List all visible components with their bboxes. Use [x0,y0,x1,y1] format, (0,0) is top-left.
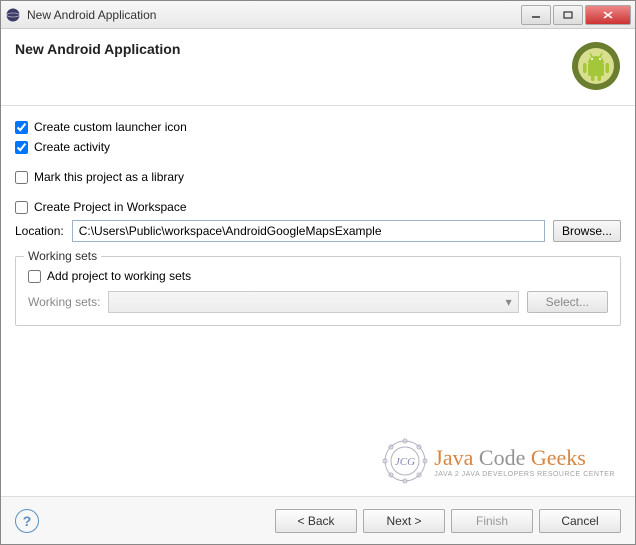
close-button[interactable] [585,5,631,25]
button-bar: ? < Back Next > Finish Cancel [1,496,635,544]
create-activity-label: Create activity [34,140,110,154]
working-sets-group: Working sets Add project to working sets… [15,256,621,326]
minimize-button[interactable] [521,5,551,25]
next-button[interactable]: Next > [363,509,445,533]
back-button[interactable]: < Back [275,509,357,533]
finish-button[interactable]: Finish [451,509,533,533]
watermark-sub: JAVA 2 JAVA DEVELOPERS RESOURCE CENTER [434,471,615,478]
chevron-down-icon: ▾ [506,295,512,309]
wizard-content: Create custom launcher icon Create activ… [1,106,635,340]
wizard-header: New Android Application [1,29,635,106]
location-label: Location: [15,224,64,238]
watermark-code: Code [479,445,525,470]
working-sets-legend: Working sets [24,249,101,263]
watermark: JCG Java Code Geeks JAVA 2 JAVA DEVELOPE… [382,438,615,484]
android-icon [571,41,621,91]
location-input[interactable] [72,220,545,242]
watermark-geeks: Geeks [531,445,586,470]
create-in-workspace-row: Create Project in Workspace [15,200,621,214]
add-working-sets-checkbox[interactable] [28,270,41,283]
create-launcher-icon-checkbox[interactable] [15,121,28,134]
add-working-sets-row: Add project to working sets [28,269,608,283]
create-launcher-icon-label: Create custom launcher icon [34,120,187,134]
working-sets-label: Working sets: [28,295,100,309]
create-launcher-icon-row: Create custom launcher icon [15,120,621,134]
page-subtitle [15,60,571,74]
location-row: Location: Browse... [15,220,621,242]
titlebar: New Android Application [1,1,635,29]
create-in-workspace-label: Create Project in Workspace [34,200,187,214]
jcg-badge-icon: JCG [382,438,428,484]
mark-library-label: Mark this project as a library [34,170,184,184]
working-sets-combo[interactable]: ▾ [108,291,518,313]
eclipse-icon [5,7,21,23]
dialog-window: New Android Application New Android Appl… [0,0,636,545]
working-sets-select-button[interactable]: Select... [527,291,608,313]
watermark-java: Java [434,445,473,470]
mark-library-checkbox[interactable] [15,171,28,184]
watermark-text: Java Code Geeks JAVA 2 JAVA DEVELOPERS R… [434,445,615,478]
create-activity-checkbox[interactable] [15,141,28,154]
page-title: New Android Application [15,41,571,57]
window-title: New Android Application [27,8,519,22]
help-icon[interactable]: ? [15,509,39,533]
create-activity-row: Create activity [15,140,621,154]
browse-button[interactable]: Browse... [553,220,621,242]
add-working-sets-label: Add project to working sets [47,269,191,283]
cancel-button[interactable]: Cancel [539,509,621,533]
working-sets-row: Working sets: ▾ Select... [28,291,608,313]
svg-text:JCG: JCG [395,456,415,468]
maximize-button[interactable] [553,5,583,25]
create-in-workspace-checkbox[interactable] [15,201,28,214]
mark-library-row: Mark this project as a library [15,170,621,184]
window-controls [519,5,631,25]
